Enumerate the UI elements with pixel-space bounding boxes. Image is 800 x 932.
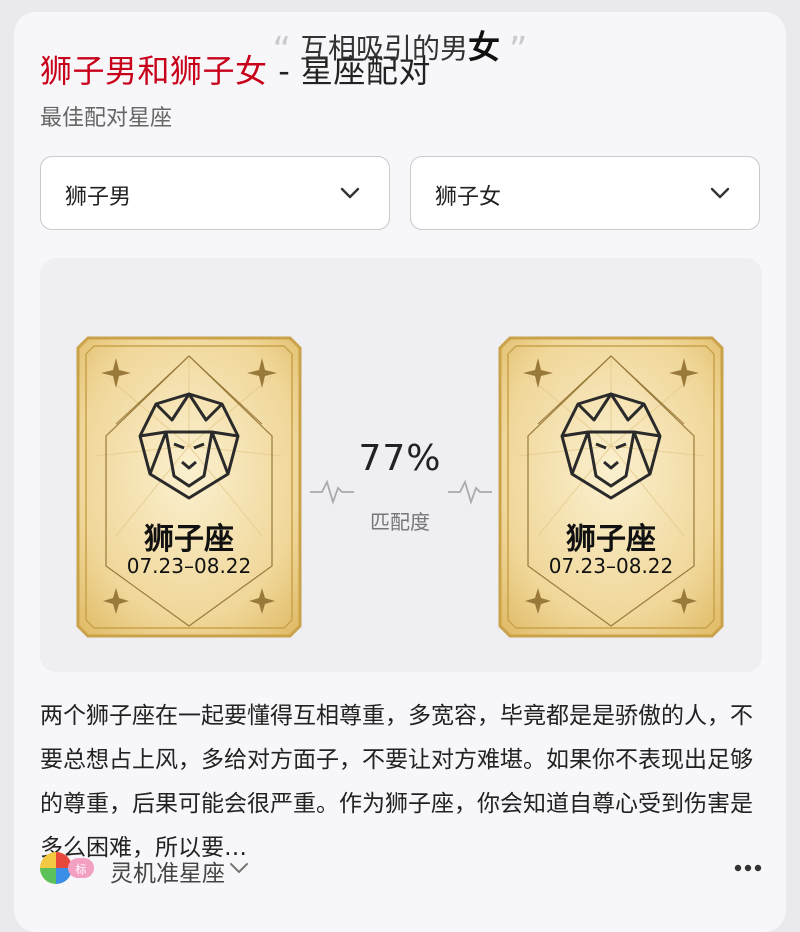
zodiac-card-art [76,336,302,638]
page-subtitle: 最佳配对星座 [40,106,173,131]
chevron-down-icon [710,187,730,199]
female-sign-select[interactable]: 狮子女 [410,156,760,230]
pulse-left-icon [310,479,354,505]
match-percent-label: 匹配度 [370,510,430,534]
female-zodiac-dates: 07.23–08.22 [548,554,674,578]
match-headline: “ 互相吸引的男女 ” [0,22,800,71]
male-sign-select[interactable]: 狮子男 [40,156,390,230]
female-sign-value: 狮子女 [435,185,502,210]
male-zodiac-dates: 07.23–08.22 [126,554,252,578]
source-name[interactable]: 灵机准星座 [110,854,225,888]
more-icon[interactable] [734,864,762,872]
headline-text: 互相吸引的男 [299,32,468,65]
male-sign-value: 狮子男 [65,185,132,210]
female-zodiac-card: 狮子座 07.23–08.22 [498,336,724,638]
app-logo-icon[interactable]: 标 [38,848,96,888]
headline-emphasis: 女 [468,28,501,66]
match-percent: 77% [358,438,442,479]
chevron-down-icon [340,187,360,199]
pulse-right-icon [448,479,492,505]
svg-text:标: 标 [76,862,87,876]
match-description: 两个狮子座在一起要懂得互相尊重，多宽容，毕竟都是是骄傲的人，不要总想占上风，多给… [40,703,753,861]
open-quote: “ [272,30,292,71]
close-quote: ” [508,30,528,71]
male-zodiac-card: 狮子座 07.23–08.22 [76,336,302,638]
chevron-down-icon[interactable] [228,860,250,876]
zodiac-card-art [498,336,724,638]
